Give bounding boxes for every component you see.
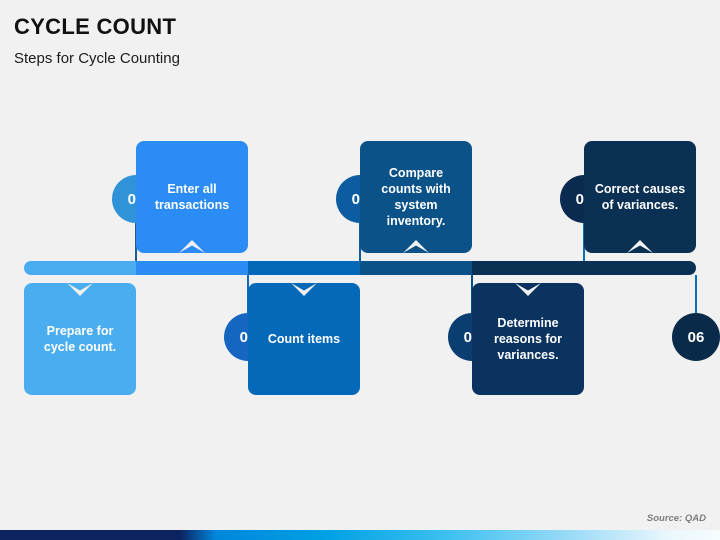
step-connector-06 <box>695 275 697 313</box>
page-subtitle: Steps for Cycle Counting <box>14 50 180 67</box>
page-title: CYCLE COUNT <box>14 14 177 39</box>
step-card-label: Compare counts with system inventory. <box>381 166 451 228</box>
step-card-label: Determine reasons for variances. <box>493 316 563 362</box>
step-card-label: Enter all transactions <box>154 182 230 212</box>
step-card-label: Correct causes of variances. <box>594 182 686 212</box>
step-number-circle-06[interactable]: 06 <box>672 313 720 361</box>
timeline-bar <box>24 261 696 275</box>
step-card-06[interactable]: Correct causes of variances. <box>584 141 696 253</box>
slide-canvas: CYCLE COUNT Steps for Cycle Counting Pre… <box>0 0 720 540</box>
decorative-footer-bar <box>0 530 720 540</box>
timeline-segment-1 <box>24 261 136 275</box>
timeline-segment-4 <box>360 261 472 275</box>
timeline-segment-3 <box>248 261 360 275</box>
step-card-04[interactable]: Compare counts with system inventory. <box>360 141 472 253</box>
step-card-01[interactable]: Prepare for cycle count. <box>24 283 136 395</box>
step-card-03[interactable]: Count items <box>248 283 360 395</box>
timeline-segment-2 <box>136 261 248 275</box>
step-number-label: 06 <box>687 328 705 346</box>
step-card-label: Count items <box>267 332 341 346</box>
step-card-05[interactable]: Determine reasons for variances. <box>472 283 584 395</box>
source-credit: Source: QAD <box>646 513 706 524</box>
step-card-label: Prepare for cycle count. <box>43 324 117 354</box>
step-card-02[interactable]: Enter all transactions <box>136 141 248 253</box>
timeline-segment-5 <box>472 261 696 275</box>
